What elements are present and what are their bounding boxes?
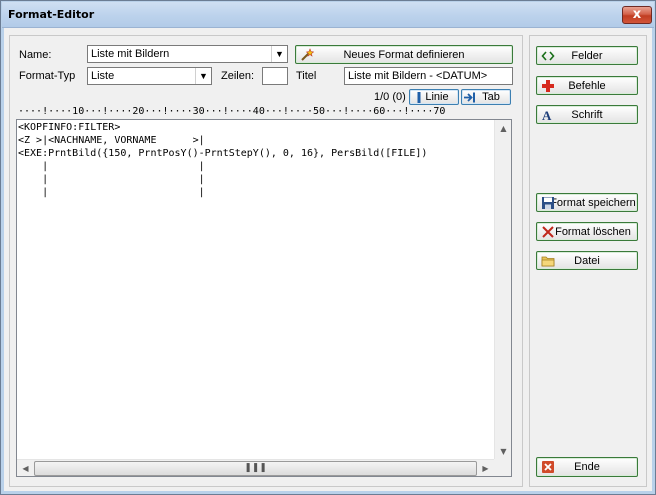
name-combobox[interactable]: Liste mit Bildern ▼ [87, 45, 288, 63]
line-label: Linie [425, 91, 449, 103]
new-format-button[interactable]: Neues Format definieren [295, 45, 513, 64]
magic-wand-icon [301, 48, 314, 61]
plus-icon [542, 80, 554, 92]
cursor-position: 1/0 (0) [374, 91, 406, 103]
title-input[interactable]: Liste mit Bildern - <DATUM> [344, 67, 513, 85]
title-label: Titel [296, 70, 317, 82]
scroll-corner [494, 459, 511, 476]
tab-button[interactable]: Tab [461, 89, 511, 105]
file-button[interactable]: Datei [536, 251, 638, 270]
title-value: Liste mit Bildern - <DATUM> [348, 70, 488, 82]
angle-brackets-icon [541, 51, 555, 61]
commands-label: Befehle [568, 79, 606, 92]
font-label: Schrift [571, 108, 603, 121]
scroll-left-icon[interactable]: ◀ [17, 460, 34, 477]
name-label: Name: [19, 49, 52, 61]
save-format-button[interactable]: Format speichern [536, 193, 638, 212]
save-format-label: Format speichern [550, 196, 636, 209]
svg-text:A: A [542, 108, 552, 122]
folder-icon [541, 256, 555, 267]
chevron-down-icon[interactable]: ▼ [195, 68, 211, 84]
scroll-right-icon[interactable]: ▶ [477, 460, 494, 477]
horizontal-scroll-thumb[interactable]: ❚❚❚ [34, 461, 477, 476]
fields-label: Felder [571, 49, 603, 62]
format-type-value: Liste [91, 70, 115, 82]
vertical-line-icon [417, 92, 421, 103]
horizontal-scrollbar[interactable]: ◀ ❚❚❚ ▶ [17, 459, 494, 476]
format-type-label: Format-Typ [19, 70, 76, 82]
format-code-text[interactable]: <KOPFINFO:FILTER> <Z >|<NACHNAME, VORNAM… [18, 121, 494, 463]
title-bar[interactable]: Format-Editor x [2, 2, 654, 28]
line-button[interactable]: Linie [409, 89, 459, 105]
chevron-down-icon[interactable]: ▼ [271, 46, 287, 62]
scroll-up-icon[interactable]: ▲ [495, 120, 512, 137]
close-button[interactable]: x [622, 6, 652, 24]
exit-icon [542, 461, 554, 473]
file-label: Datei [574, 254, 600, 267]
format-editor-area[interactable]: <KOPFINFO:FILTER> <Z >|<NACHNAME, VORNAM… [16, 119, 512, 477]
column-ruler: ····!····10···!····20···!····30···!····4… [18, 106, 446, 117]
end-button[interactable]: Ende [536, 457, 638, 477]
commands-button[interactable]: Befehle [536, 76, 638, 95]
rows-input[interactable] [262, 67, 288, 85]
font-icon: A [542, 108, 552, 122]
fields-button[interactable]: Felder [536, 46, 638, 65]
close-icon: x [632, 7, 642, 22]
tab-arrow-icon [464, 92, 475, 103]
new-format-label: Neues Format definieren [343, 48, 465, 61]
name-value: Liste mit Bildern [91, 48, 170, 60]
delete-format-label: Format löschen [555, 225, 631, 238]
tab-label: Tab [482, 91, 500, 103]
format-editor-window: Format-Editor x Name: Liste mit Bildern … [0, 0, 656, 495]
vertical-scrollbar[interactable]: ▲ ▼ [494, 120, 511, 460]
rows-label: Zeilen: [221, 70, 255, 82]
font-button[interactable]: A Schrift [536, 105, 638, 124]
delete-format-button[interactable]: Format löschen [536, 222, 638, 241]
format-type-combobox[interactable]: Liste ▼ [87, 67, 212, 85]
scroll-down-icon[interactable]: ▼ [495, 443, 512, 460]
delete-x-icon [542, 226, 554, 238]
window-title: Format-Editor [8, 8, 95, 21]
end-label: Ende [574, 461, 600, 473]
floppy-disk-icon [542, 197, 554, 209]
